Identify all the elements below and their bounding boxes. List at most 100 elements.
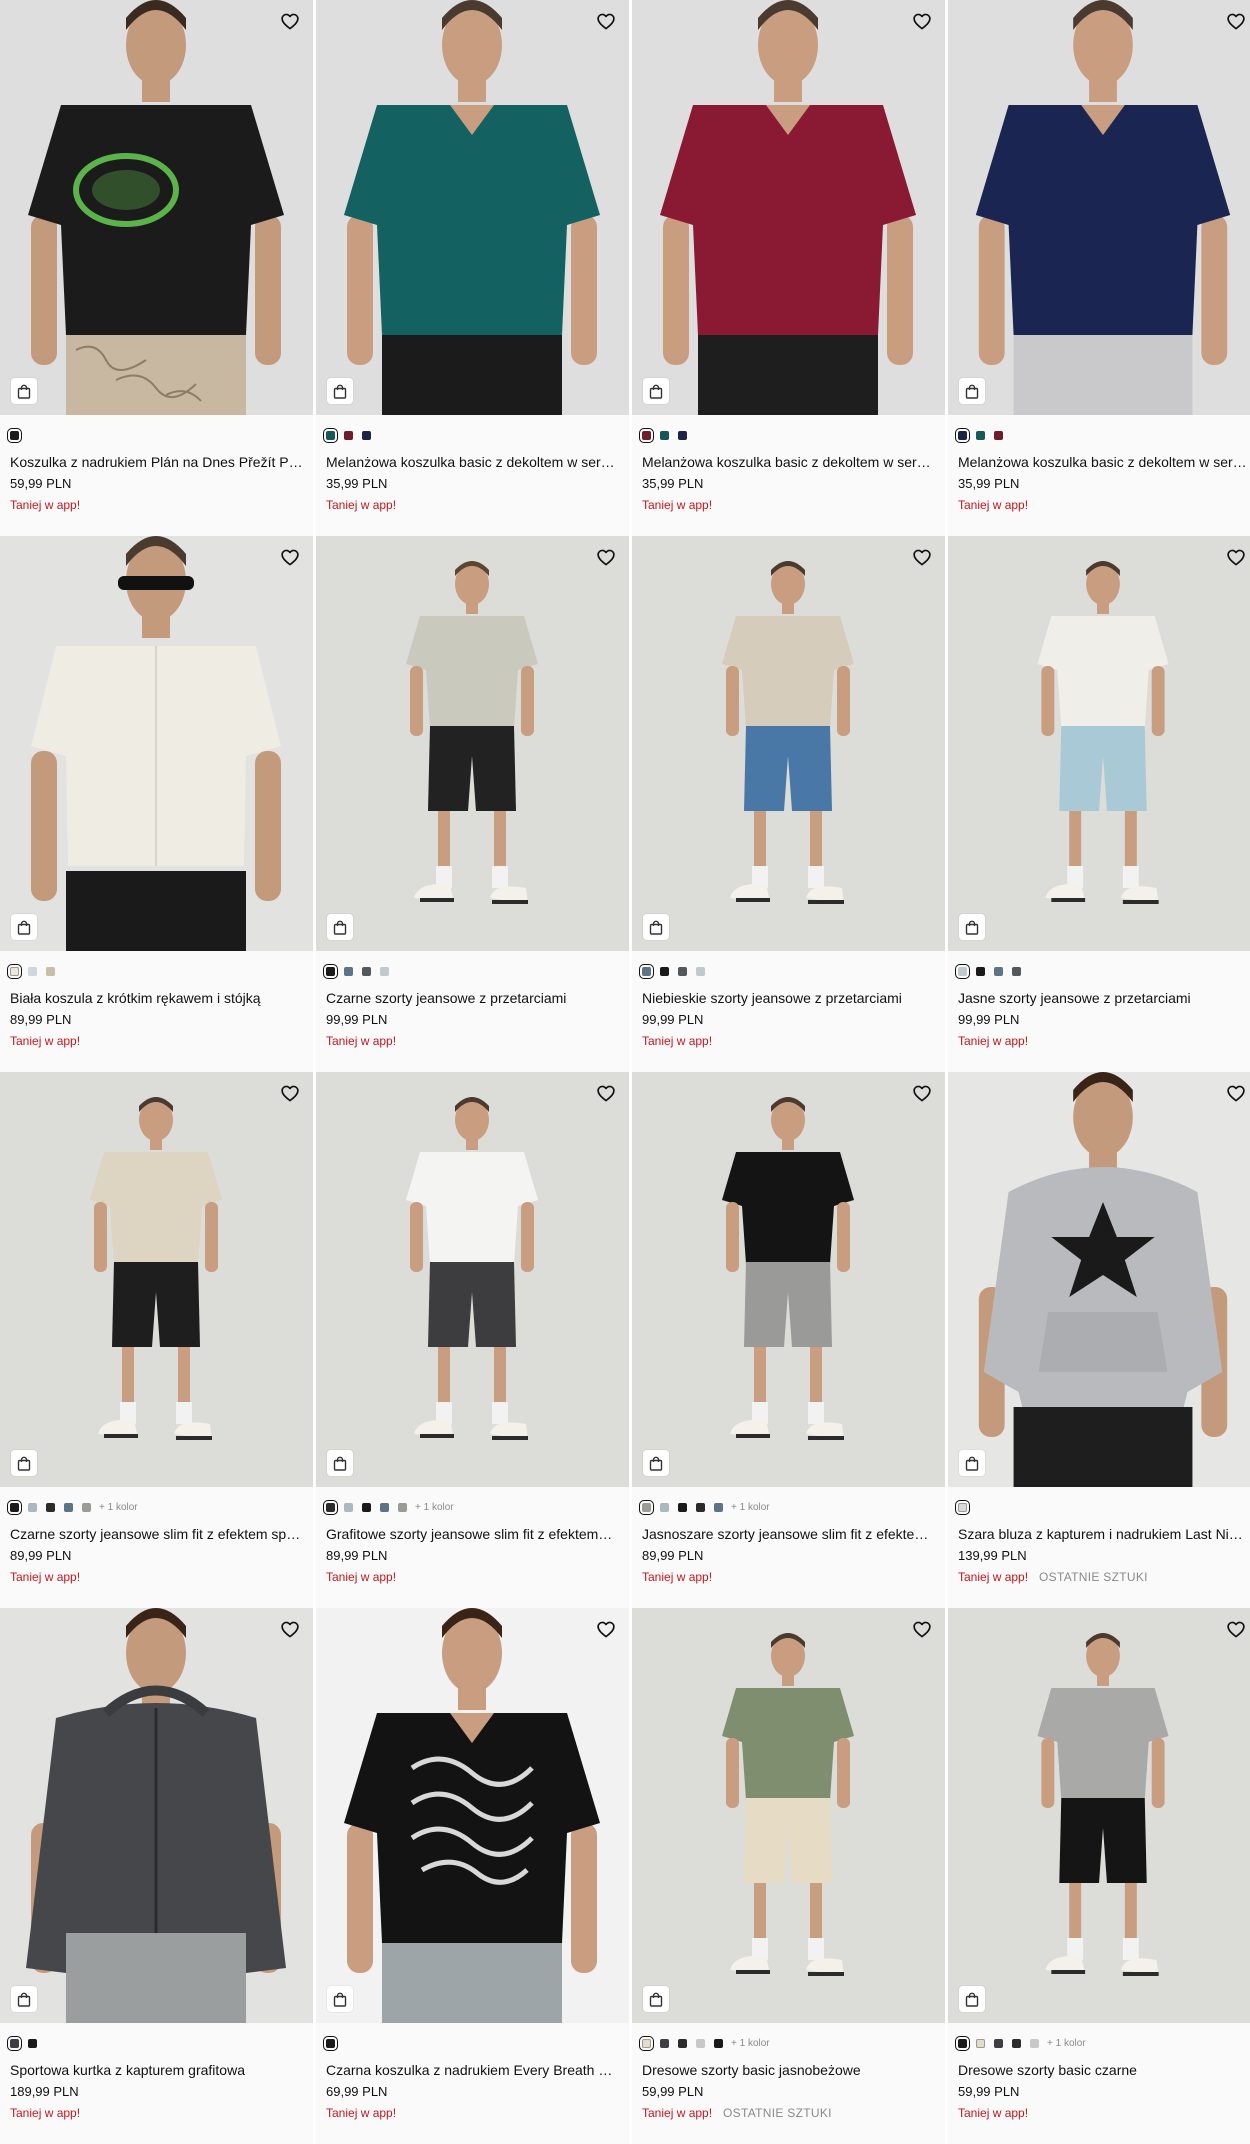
color-swatch[interactable] <box>639 427 654 443</box>
heart-icon[interactable] <box>1225 10 1247 32</box>
product-card[interactable]: Melanżowa koszulka basic z dekoltem w se… <box>948 0 1250 536</box>
product-name[interactable]: Melanżowa koszulka basic z dekoltem w se… <box>958 453 1249 471</box>
color-swatch[interactable] <box>678 966 687 976</box>
product-image[interactable] <box>0 0 313 415</box>
add-to-bag-button[interactable] <box>327 1986 353 2012</box>
product-image[interactable] <box>316 1072 629 1487</box>
product-card[interactable]: + 1 kolor Czarne szorty jeansowe slim fi… <box>0 1072 313 1608</box>
add-to-bag-button[interactable] <box>327 378 353 404</box>
color-swatch[interactable] <box>362 966 371 976</box>
color-swatch[interactable] <box>660 966 669 976</box>
color-swatch[interactable] <box>696 2038 705 2048</box>
color-swatch[interactable] <box>82 1502 91 1512</box>
color-swatch[interactable] <box>28 966 37 976</box>
color-swatch[interactable] <box>28 2038 37 2048</box>
color-swatch[interactable] <box>639 2035 654 2051</box>
product-name[interactable]: Czarne szorty jeansowe slim fit z efekte… <box>10 1525 303 1543</box>
product-image[interactable] <box>0 1072 313 1487</box>
product-card[interactable]: + 1 kolor Dresowe szorty basic jasnobeżo… <box>632 1608 945 2144</box>
color-swatch[interactable] <box>323 427 338 443</box>
color-swatch[interactable] <box>7 427 22 443</box>
heart-icon[interactable] <box>279 1618 301 1640</box>
add-to-bag-button[interactable] <box>959 1986 985 2012</box>
product-name[interactable]: Szara bluza z kapturem i nadrukiem Last … <box>958 1525 1249 1543</box>
color-swatch[interactable] <box>323 963 338 979</box>
color-swatch[interactable] <box>955 427 970 443</box>
product-name[interactable]: Dresowe szorty basic jasnobeżowe <box>642 2061 935 2079</box>
product-image[interactable] <box>948 1608 1250 2023</box>
product-card[interactable]: + 1 kolor Dresowe szorty basic czarne 59… <box>948 1608 1250 2144</box>
product-image[interactable] <box>0 1608 313 2023</box>
product-image[interactable] <box>0 536 313 951</box>
product-image[interactable] <box>948 1072 1250 1487</box>
add-to-bag-button[interactable] <box>643 1450 669 1476</box>
color-swatch[interactable] <box>714 2038 723 2048</box>
product-image[interactable] <box>316 0 629 415</box>
heart-icon[interactable] <box>279 546 301 568</box>
add-to-bag-button[interactable] <box>327 1450 353 1476</box>
color-swatch[interactable] <box>28 1502 37 1512</box>
product-card[interactable]: Jasne szorty jeansowe z przetarciami 99,… <box>948 536 1250 1072</box>
product-card[interactable]: Niebieskie szorty jeansowe z przetarciam… <box>632 536 945 1072</box>
color-swatch[interactable] <box>1030 2038 1039 2048</box>
more-colors-label[interactable]: + 1 kolor <box>731 1502 770 1513</box>
color-swatch[interactable] <box>678 1502 687 1512</box>
color-swatch[interactable] <box>678 430 687 440</box>
color-swatch[interactable] <box>1012 2038 1021 2048</box>
product-name[interactable]: Grafitowe szorty jeansowe slim fit z efe… <box>326 1525 619 1543</box>
product-name[interactable]: Czarne szorty jeansowe z przetarciami <box>326 989 619 1007</box>
color-swatch[interactable] <box>344 430 353 440</box>
add-to-bag-button[interactable] <box>11 1450 37 1476</box>
add-to-bag-button[interactable] <box>959 914 985 940</box>
add-to-bag-button[interactable] <box>643 914 669 940</box>
more-colors-label[interactable]: + 1 kolor <box>731 2038 770 2049</box>
color-swatch[interactable] <box>7 2035 22 2051</box>
product-name[interactable]: Melanżowa koszulka basic z dekoltem w se… <box>326 453 619 471</box>
product-image[interactable] <box>316 536 629 951</box>
product-card[interactable]: Koszulka z nadrukiem Plán na Dnes Přežít… <box>0 0 313 536</box>
color-swatch[interactable] <box>714 1502 723 1512</box>
color-swatch[interactable] <box>362 1502 371 1512</box>
product-name[interactable]: Sportowa kurtka z kapturem grafitowa <box>10 2061 303 2079</box>
color-swatch[interactable] <box>380 1502 389 1512</box>
more-colors-label[interactable]: + 1 kolor <box>415 1502 454 1513</box>
heart-icon[interactable] <box>595 10 617 32</box>
add-to-bag-button[interactable] <box>327 914 353 940</box>
color-swatch[interactable] <box>660 2038 669 2048</box>
color-swatch[interactable] <box>696 966 705 976</box>
heart-icon[interactable] <box>279 10 301 32</box>
color-swatch[interactable] <box>1012 966 1021 976</box>
color-swatch[interactable] <box>380 966 389 976</box>
color-swatch[interactable] <box>994 2038 1003 2048</box>
product-image[interactable] <box>632 1608 945 2023</box>
heart-icon[interactable] <box>595 1082 617 1104</box>
color-swatch[interactable] <box>994 966 1003 976</box>
product-name[interactable]: Dresowe szorty basic czarne <box>958 2061 1249 2079</box>
product-card[interactable]: Czarna koszulka z nadrukiem Every Breath… <box>316 1608 629 2144</box>
color-swatch[interactable] <box>362 430 371 440</box>
color-swatch[interactable] <box>660 1502 669 1512</box>
color-swatch[interactable] <box>955 963 970 979</box>
product-card[interactable]: + 1 kolor Jasnoszare szorty jeansowe sli… <box>632 1072 945 1608</box>
product-card[interactable]: Melanżowa koszulka basic z dekoltem w se… <box>632 0 945 536</box>
color-swatch[interactable] <box>976 966 985 976</box>
add-to-bag-button[interactable] <box>11 1986 37 2012</box>
product-card[interactable]: Biała koszula z krótkim rękawem i stójką… <box>0 536 313 1072</box>
heart-icon[interactable] <box>1225 1618 1247 1640</box>
product-image[interactable] <box>316 1608 629 2023</box>
heart-icon[interactable] <box>911 10 933 32</box>
color-swatch[interactable] <box>976 2038 985 2048</box>
product-name[interactable]: Niebieskie szorty jeansowe z przetarciam… <box>642 989 935 1007</box>
color-swatch[interactable] <box>660 430 669 440</box>
color-swatch[interactable] <box>955 1499 970 1515</box>
color-swatch[interactable] <box>64 1502 73 1512</box>
product-name[interactable]: Biała koszula z krótkim rękawem i stójką <box>10 989 303 1007</box>
product-image[interactable] <box>632 536 945 951</box>
product-name[interactable]: Czarna koszulka z nadrukiem Every Breath… <box>326 2061 619 2079</box>
heart-icon[interactable] <box>911 1082 933 1104</box>
color-swatch[interactable] <box>344 1502 353 1512</box>
heart-icon[interactable] <box>1225 546 1247 568</box>
product-image[interactable] <box>632 1072 945 1487</box>
product-card[interactable]: Szara bluza z kapturem i nadrukiem Last … <box>948 1072 1250 1608</box>
product-image[interactable] <box>948 536 1250 951</box>
